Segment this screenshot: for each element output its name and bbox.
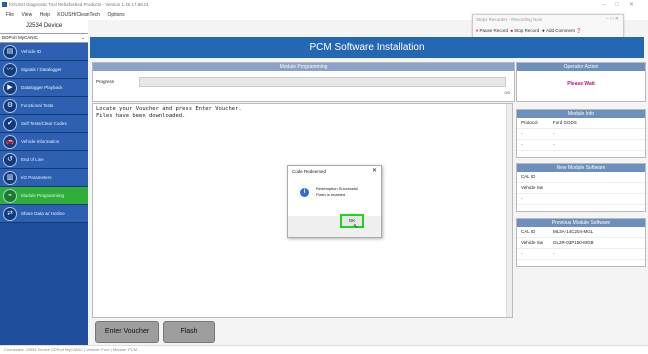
sidebar-item-label: Vehicle ID xyxy=(21,49,42,54)
menu-view[interactable]: View xyxy=(21,12,32,18)
sidebar-item-label: I/O Parameters xyxy=(21,175,52,180)
sidebar: J2534 Device DDPort MyCANIC ⌄ ▤ Vehicle I… xyxy=(0,20,88,345)
share-data-icon: ⇄ xyxy=(3,207,17,221)
pause-record-button[interactable]: Pause Record xyxy=(480,28,509,33)
sidebar-item-label: Share Data w/ Hotline xyxy=(21,211,65,216)
new-module-software-title: New Module Software xyxy=(517,164,645,172)
steps-recorder-window: Steps Recorder - Recording Now – □ ✕ ⏸ P… xyxy=(472,14,624,38)
progress-bar xyxy=(139,77,506,87)
module-info-row: -- xyxy=(517,140,645,151)
operator-status: Please Wait xyxy=(567,81,595,87)
new-software-row: Vehicle Sw xyxy=(517,183,645,194)
info-icon: i xyxy=(300,188,309,197)
sidebar-item-label: Self Tests/Clear Codes xyxy=(21,121,67,126)
progress-text: 0/0 xyxy=(504,90,510,95)
operator-action-title: Operator Action xyxy=(517,63,645,71)
enter-voucher-button[interactable]: Enter Voucher xyxy=(95,321,159,343)
code-redeemed-dialog: Code Redeemed ✕ i Redemption Successful … xyxy=(287,165,382,238)
vehicle-id-icon: ▤ xyxy=(3,45,17,59)
previous-module-software-title: Previous Module Software xyxy=(517,219,645,227)
sidebar-item-label: Signals / Datalogger xyxy=(21,67,62,72)
sidebar-item-label: Functional Tests xyxy=(21,103,54,108)
self-tests-icon: ✔ xyxy=(3,117,17,131)
vehicle-info-icon: 🚗 xyxy=(3,135,17,149)
stop-record-button[interactable]: Stop Record xyxy=(514,28,539,33)
menu-koush[interactable]: KOUSH/CleanTech xyxy=(57,12,100,18)
dialog-message: Redemption Successful Flash is enabled xyxy=(316,186,376,197)
window-controls[interactable]: –□✕ xyxy=(602,1,644,8)
sidebar-item-i-o-parameters[interactable]: ▥ I/O Parameters xyxy=(0,169,88,187)
steps-recorder-controls[interactable]: – □ ✕ xyxy=(606,16,619,22)
previous-software-row: CAL ID ML3A-14C204-MGL xyxy=(517,227,645,238)
add-comment-button[interactable]: Add Comment xyxy=(546,28,575,33)
sidebar-item-vehicle-information[interactable]: 🚗 Vehicle Information xyxy=(0,133,88,151)
sidebar-item-share-data-w-hotline[interactable]: ⇄ Share Data w/ Hotline xyxy=(0,205,88,223)
module-info-panel: Module Info Protocol Ford GGDS -- -- xyxy=(516,109,646,158)
menu-options[interactable]: Options xyxy=(107,12,124,18)
module-programming-title: Module Programming xyxy=(93,63,514,71)
sidebar-item-module-programming[interactable]: ⌁ Module Programming xyxy=(0,187,88,205)
operator-action-panel: Operator Action Please Wait xyxy=(516,62,646,102)
menu-help[interactable]: Help xyxy=(40,12,50,18)
end-of-line-icon: ↺ xyxy=(3,153,17,167)
status-text: Connected: J2534 Device DDPort MyCANIC |… xyxy=(4,347,138,352)
functional-tests-icon: ⚙ xyxy=(3,99,17,113)
new-software-row: - xyxy=(517,194,645,205)
io-parameters-icon: ▥ xyxy=(3,171,17,185)
help-icon[interactable]: ❓ xyxy=(576,28,582,33)
sidebar-item-vehicle-id[interactable]: ▤ Vehicle ID xyxy=(0,43,88,61)
new-software-row: CAL ID xyxy=(517,172,645,183)
ok-button[interactable]: OK xyxy=(340,214,364,228)
sidebar-item-label: End of Line xyxy=(21,157,44,162)
chevron-down-icon: ⌄ xyxy=(81,35,85,40)
add-comment-icon: ✚ xyxy=(541,28,546,33)
page-title: PCM Software Installation xyxy=(90,37,644,58)
device-select[interactable]: DDPort MyCANIC ⌄ xyxy=(0,34,88,43)
module-info-row: Protocol Ford GGDS xyxy=(517,118,645,129)
previous-module-software-panel: Previous Module Software CAL ID ML3A-14C2… xyxy=(516,218,646,267)
mouse-cursor-icon: ⇖ xyxy=(353,224,359,230)
module-programming-icon: ⌁ xyxy=(3,189,17,203)
signals-icon: 〰 xyxy=(3,63,17,77)
sidebar-item-signals-datalogger[interactable]: 〰 Signals / Datalogger xyxy=(0,61,88,79)
module-programming-panel: Module Programming Progress 0/0 xyxy=(92,62,515,102)
console-text: Locate your Voucher and press Enter Vouc… xyxy=(96,106,242,119)
module-info-row: -- xyxy=(517,129,645,140)
sidebar-item-label: Module Programming xyxy=(21,193,65,198)
sidebar-item-end-of-line[interactable]: ↺ End of Line xyxy=(0,151,88,169)
device-select-value: DDPort MyCANIC xyxy=(2,35,39,40)
dialog-title: Code Redeemed xyxy=(292,169,327,174)
stop-icon: ⏹ xyxy=(510,28,513,33)
progress-label: Progress xyxy=(96,79,115,84)
sidebar-item-datalogger-playback[interactable]: ▶ Datalogger Playback xyxy=(0,79,88,97)
app-icon xyxy=(2,2,7,7)
dialog-footer xyxy=(288,216,381,237)
sidebar-item-functional-tests[interactable]: ⚙ Functional Tests xyxy=(0,97,88,115)
sidebar-item-label: Datalogger Playback xyxy=(21,85,63,90)
flash-button[interactable]: Flash xyxy=(163,321,215,343)
console-scrollbar[interactable] xyxy=(506,104,512,317)
steps-recorder-title: Steps Recorder - Recording Now xyxy=(476,17,543,22)
previous-software-row: Vehicle Sw GL2R-03P150-MGB xyxy=(517,238,645,249)
new-module-software-panel: New Module Software CAL ID Vehicle Sw - xyxy=(516,163,646,212)
module-info-title: Module Info xyxy=(517,110,645,118)
close-icon[interactable]: ✕ xyxy=(372,167,377,174)
sidebar-item-self-tests-clear-codes[interactable]: ✔ Self Tests/Clear Codes xyxy=(0,115,88,133)
sidebar-item-label: Vehicle Information xyxy=(21,139,60,144)
menu-file[interactable]: File xyxy=(6,12,14,18)
device-title: J2534 Device xyxy=(0,20,88,34)
previous-software-row: -- xyxy=(517,249,645,260)
pause-icon: ⏸ xyxy=(476,28,479,33)
window-title: KOUSH Diagnostic Tool Refurbished Produc… xyxy=(9,2,149,7)
playback-icon: ▶ xyxy=(3,81,17,95)
dialog-message-line2: Flash is enabled xyxy=(316,191,346,197)
